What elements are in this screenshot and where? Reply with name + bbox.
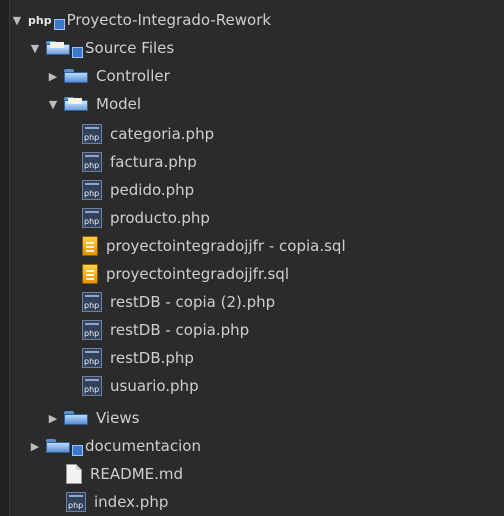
folder-label-documentacion: documentacion	[85, 437, 201, 455]
left-gutter	[0, 0, 10, 516]
php-file-icon	[82, 376, 102, 396]
tree-node-readme[interactable]: README.md	[66, 460, 183, 488]
file-label: proyectointegradojjfr.sql	[106, 265, 289, 283]
file-label: categoria.php	[110, 125, 215, 143]
tree-node-file[interactable]: proyectointegradojjfr - copia.sql	[82, 232, 346, 260]
folder-badge-icon	[72, 444, 83, 456]
php-file-icon	[82, 124, 102, 144]
project-badge-icon	[53, 18, 65, 30]
file-label: producto.php	[110, 209, 210, 227]
source-files-label: Source Files	[85, 39, 175, 57]
folder-label-controller: Controller	[96, 67, 170, 85]
chevron-right-icon[interactable]: ▶	[28, 439, 42, 453]
file-label: factura.php	[110, 153, 197, 171]
folder-icon	[64, 69, 88, 83]
chevron-down-icon[interactable]: ▼	[28, 41, 42, 55]
tree-node-model[interactable]: ▼ Model	[46, 90, 141, 118]
project-name: Proyecto-Integrado-Rework	[66, 11, 272, 29]
tree-node-file[interactable]: producto.php	[82, 204, 210, 232]
php-file-icon	[82, 320, 102, 340]
php-file-icon	[82, 208, 102, 228]
file-label-index: index.php	[94, 493, 169, 511]
file-label: usuario.php	[110, 377, 199, 395]
tree-node-file[interactable]: pedido.php	[82, 176, 194, 204]
chevron-right-icon[interactable]: ▶	[46, 411, 60, 425]
tree-node-controller[interactable]: ▶ Controller	[46, 62, 170, 90]
tree-node-index[interactable]: index.php	[66, 488, 168, 516]
php-file-icon	[82, 292, 102, 312]
project-tree: ▼ php Proyecto-Integrado-Rework ▼ Source…	[10, 0, 504, 516]
php-file-icon	[66, 492, 86, 512]
chevron-down-icon[interactable]: ▼	[10, 13, 24, 27]
folder-label-model: Model	[96, 95, 142, 113]
tree-node-file[interactable]: restDB - copia.php	[82, 316, 249, 344]
chevron-right-icon[interactable]: ▶	[46, 69, 60, 83]
folder-label-views: Views	[96, 409, 140, 427]
file-label-readme: README.md	[90, 465, 184, 483]
php-project-icon: php	[28, 13, 52, 27]
tree-node-source-files[interactable]: ▼ Source Files	[28, 34, 174, 62]
file-label: pedido.php	[110, 181, 195, 199]
tree-node-file[interactable]: restDB.php	[82, 344, 194, 372]
tree-node-file[interactable]: factura.php	[82, 148, 197, 176]
tree-node-documentacion[interactable]: ▶ documentacion	[28, 432, 201, 460]
file-label: restDB - copia (2).php	[110, 293, 276, 311]
tree-node-file[interactable]: usuario.php	[82, 372, 199, 400]
chevron-down-icon[interactable]: ▼	[46, 97, 60, 111]
tree-node-views[interactable]: ▶ Views	[46, 404, 140, 432]
file-label: restDB.php	[110, 349, 194, 367]
sql-file-icon	[82, 264, 98, 284]
source-folder-icon	[46, 41, 70, 55]
tree-node-file[interactable]: categoria.php	[82, 120, 214, 148]
file-label: proyectointegradojjfr - copia.sql	[106, 237, 346, 255]
markdown-file-icon	[66, 464, 82, 484]
php-file-icon	[82, 180, 102, 200]
php-file-icon	[82, 152, 102, 172]
folder-icon	[64, 411, 88, 425]
php-file-icon	[82, 348, 102, 368]
tree-node-file[interactable]: restDB - copia (2).php	[82, 288, 275, 316]
file-label: restDB - copia.php	[110, 321, 250, 339]
tree-node-project[interactable]: ▼ php Proyecto-Integrado-Rework	[10, 6, 271, 34]
tree-node-file[interactable]: proyectointegradojjfr.sql	[82, 260, 289, 288]
sql-file-icon	[82, 236, 98, 256]
folder-icon	[46, 439, 70, 453]
source-badge-icon	[72, 46, 83, 58]
folder-open-icon	[64, 97, 88, 111]
